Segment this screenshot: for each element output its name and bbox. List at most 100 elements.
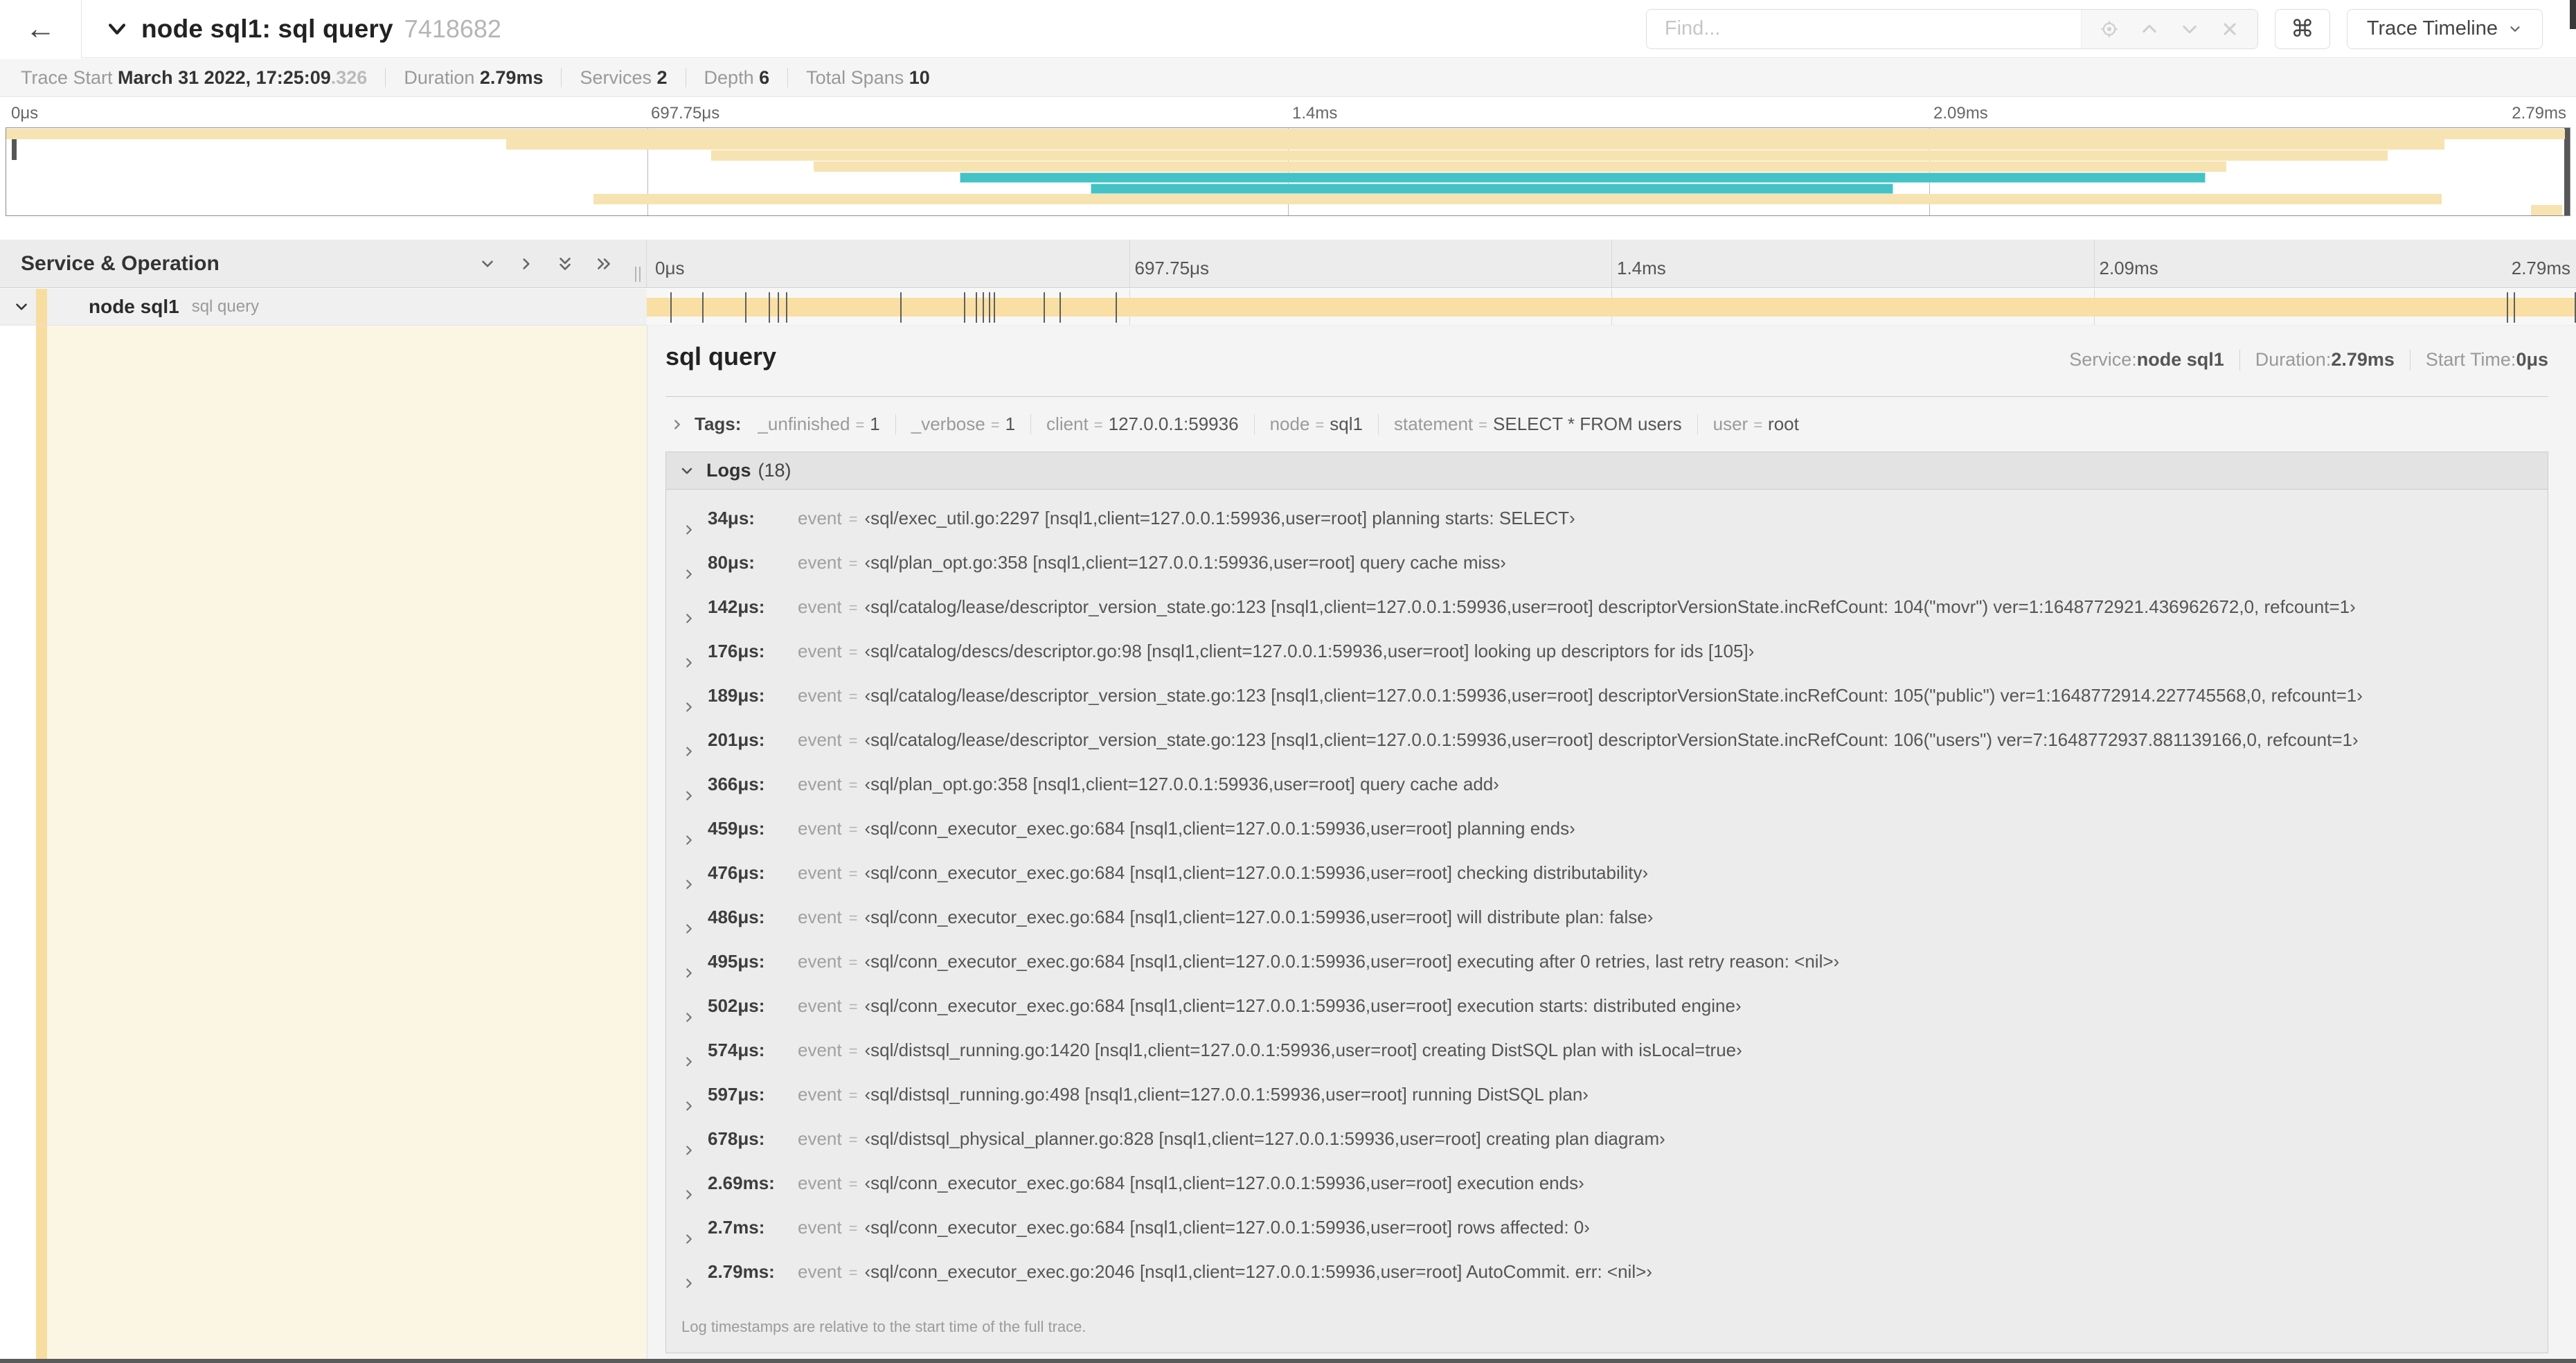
log-equals: =: [848, 865, 858, 882]
prev-match-icon[interactable]: [2140, 19, 2159, 39]
trace-view-dropdown[interactable]: Trace Timeline: [2346, 8, 2543, 49]
log-event-value: ‹sql/conn_executor_exec.go:684 [nsql1,cl…: [864, 995, 1742, 1016]
log-entry-row[interactable]: 80μs: event = ‹sql/plan_opt.go:358 [nsql1,c…: [666, 552, 2548, 596]
log-entry-row[interactable]: 34μs: event = ‹sql/exec_util.go:2297 [nsql1…: [666, 508, 2548, 552]
log-entry-row[interactable]: 2.69ms: event = ‹sql/conn_executor_exec.go:…: [666, 1173, 2548, 1217]
logs-count: (18): [758, 460, 791, 481]
collapse-trace-chevron-icon[interactable]: [105, 17, 129, 41]
log-marker-tick[interactable]: [2507, 292, 2509, 323]
log-marker-tick[interactable]: [768, 292, 770, 323]
chevron-right-icon: [681, 1098, 697, 1114]
log-marker-tick[interactable]: [964, 292, 966, 323]
column-resize-grip[interactable]: [635, 267, 641, 282]
log-entry-row[interactable]: 678μs: event = ‹sql/distsql_physical_planne…: [666, 1128, 2548, 1173]
top-bar-actions: ⌘ Trace Timeline: [1645, 8, 2576, 49]
minimap-right-drag-handle[interactable]: [2564, 128, 2570, 215]
span-duration-bar[interactable]: [647, 298, 2576, 317]
log-marker-tick[interactable]: [976, 292, 978, 323]
log-marker-tick[interactable]: [994, 292, 996, 323]
keyboard-shortcuts-button[interactable]: ⌘: [2274, 8, 2330, 49]
log-marker-tick[interactable]: [1044, 292, 1046, 323]
detail-divider: [665, 396, 2548, 397]
span-row[interactable]: node sql1 sql query: [0, 289, 2576, 326]
log-timestamp: 2.79ms:: [708, 1261, 775, 1282]
minimap-span-bar: [506, 139, 2444, 150]
log-field-key: event: [798, 995, 842, 1016]
log-entry-row[interactable]: 366μs: event = ‹sql/plan_opt.go:358 [nsql1,…: [666, 774, 2548, 818]
meta-divider: [2239, 349, 2240, 371]
log-timestamp: 574μs:: [708, 1040, 765, 1060]
log-marker-tick[interactable]: [1115, 292, 1117, 323]
duration-label: Duration:: [2255, 349, 2332, 370]
log-entry-row[interactable]: 476μs: event = ‹sql/conn_executor_exec.go:6…: [666, 862, 2548, 907]
stat-item: Total Spans 10: [806, 67, 930, 89]
tag-value: 1: [870, 413, 880, 434]
log-entry-row[interactable]: 486μs: event = ‹sql/conn_executor_exec.go:6…: [666, 907, 2548, 951]
log-marker-tick[interactable]: [983, 292, 985, 323]
log-marker-tick[interactable]: [670, 292, 672, 323]
log-equals: =: [848, 1264, 858, 1281]
tags-title: Tags:: [695, 413, 742, 434]
log-equals: =: [848, 688, 858, 705]
log-entry-row[interactable]: 2.79ms: event = ‹sql/conn_executor_exec.go:…: [666, 1261, 2548, 1306]
log-entry-row[interactable]: 597μs: event = ‹sql/distsql_running.go:498 …: [666, 1084, 2548, 1128]
stat-value: 2: [656, 66, 668, 88]
scrollbar-thumb[interactable]: [2570, 0, 2576, 29]
log-event-value: ‹sql/conn_executor_exec.go:2046 [nsql1,c…: [864, 1261, 1652, 1282]
log-equals: =: [848, 998, 858, 1015]
log-equals: =: [848, 954, 858, 971]
log-entry-row[interactable]: 502μs: event = ‹sql/conn_executor_exec.go:6…: [666, 995, 2548, 1040]
log-entry-row[interactable]: 176μs: event = ‹sql/catalog/descs/descripto…: [666, 641, 2548, 685]
log-marker-tick[interactable]: [777, 292, 779, 323]
focus-match-icon[interactable]: [2100, 19, 2119, 39]
log-entry-row[interactable]: 2.7ms: event = ‹sql/conn_executor_exec.go:6…: [666, 1217, 2548, 1261]
chevron-right-icon: [681, 567, 697, 582]
log-marker-tick[interactable]: [2514, 292, 2515, 323]
back-button[interactable]: ←: [0, 0, 82, 58]
log-marker-tick[interactable]: [1059, 292, 1062, 323]
log-equals: =: [848, 599, 858, 616]
log-entry-row[interactable]: 574μs: event = ‹sql/distsql_running.go:1420…: [666, 1040, 2548, 1084]
tag-item: node = sql1: [1270, 413, 1363, 435]
collapse-all-icon[interactable]: [478, 255, 497, 273]
collapse-all-deep-icon[interactable]: [556, 255, 574, 273]
log-timestamp: 459μs:: [708, 818, 765, 839]
tag-divider: [1253, 413, 1255, 435]
tag-divider: [1377, 413, 1379, 435]
expand-all-deep-icon[interactable]: [595, 255, 613, 273]
minimap-span-bar: [2531, 205, 2562, 216]
log-field-key: event: [798, 1084, 842, 1105]
minimap-axis-label: 697.75μs: [651, 104, 720, 123]
clear-search-icon[interactable]: [2220, 19, 2239, 39]
log-entry-row[interactable]: 495μs: event = ‹sql/conn_executor_exec.go:6…: [666, 951, 2548, 995]
log-equals: =: [848, 555, 858, 572]
logs-accordion-header[interactable]: Logs (18): [666, 452, 2548, 490]
log-timestamp: 142μs:: [708, 596, 765, 617]
log-marker-tick[interactable]: [701, 292, 704, 323]
tag-item: _unfinished = 1: [758, 413, 879, 435]
ruler-label: 2.79ms: [2511, 258, 2570, 278]
find-input[interactable]: [1646, 9, 2081, 48]
log-marker-tick[interactable]: [900, 292, 902, 323]
span-collapse-chevron-icon[interactable]: [12, 298, 30, 316]
next-match-icon[interactable]: [2180, 19, 2199, 39]
tags-accordion[interactable]: Tags: _unfinished = 1 _verbose = 1 client = 127.…: [665, 413, 2548, 435]
log-marker-tick[interactable]: [744, 292, 746, 323]
span-row-timeline[interactable]: [647, 289, 2576, 326]
log-marker-tick[interactable]: [785, 292, 787, 323]
log-entry-row[interactable]: 189μs: event = ‹sql/catalog/lease/descripto…: [666, 685, 2548, 729]
span-row-name-column[interactable]: node sql1 sql query: [0, 289, 647, 326]
minimap-span-bar: [1090, 183, 1893, 194]
log-equals: =: [848, 1220, 858, 1237]
log-entry-row[interactable]: 142μs: event = ‹sql/catalog/lease/descripto…: [666, 596, 2548, 641]
stat-value: 2.79ms: [479, 66, 544, 88]
log-timestamp: 34μs:: [708, 508, 755, 528]
span-service-name: node sql1: [89, 296, 179, 317]
minimap-canvas[interactable]: [6, 127, 2570, 216]
span-detail-header: sql query Service: node sql1 Duration: 2…: [665, 342, 2548, 386]
log-marker-tick[interactable]: [989, 292, 991, 323]
log-entry-row[interactable]: 201μs: event = ‹sql/catalog/lease/descripto…: [666, 729, 2548, 774]
log-entry-row[interactable]: 459μs: event = ‹sql/conn_executor_exec.go:6…: [666, 818, 2548, 862]
stat-label: Duration: [404, 66, 480, 88]
expand-one-icon[interactable]: [517, 255, 535, 273]
